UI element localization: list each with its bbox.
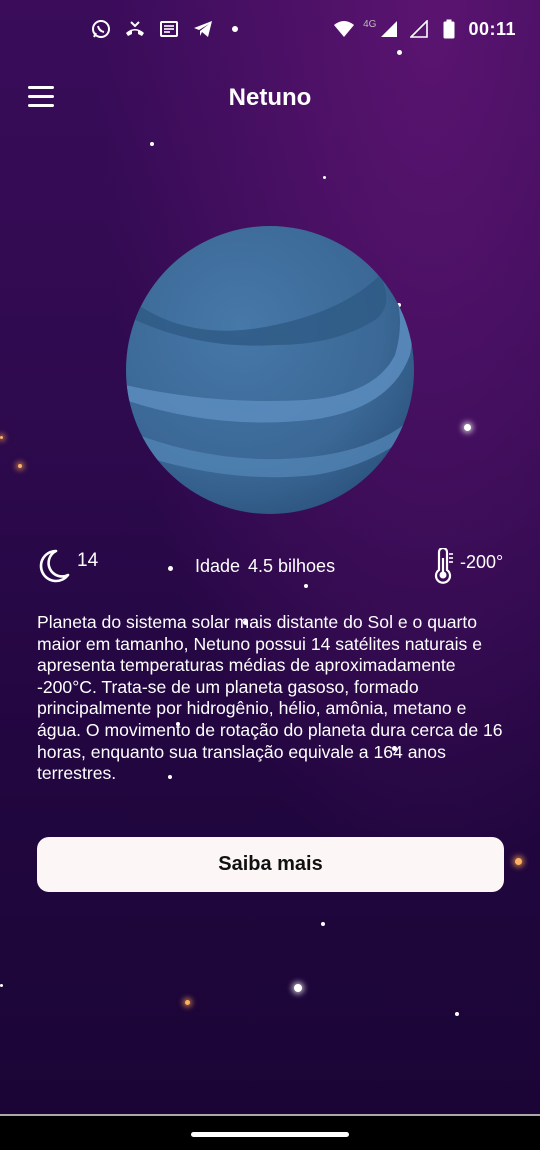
telegram-icon <box>192 18 214 40</box>
moon-icon <box>36 548 70 589</box>
star <box>185 1000 190 1005</box>
app-bar: Netuno <box>0 70 540 128</box>
age-label: Idade <box>195 556 241 576</box>
star <box>464 424 471 431</box>
whatsapp-icon <box>90 18 112 40</box>
satellites-count: 14 <box>77 550 99 571</box>
age-value: 4.5 bilhoes <box>248 556 336 576</box>
star <box>0 984 3 987</box>
star <box>321 922 325 926</box>
star <box>150 142 154 146</box>
clock: 00:11 <box>468 18 516 39</box>
star <box>0 436 3 439</box>
news-icon <box>158 18 180 40</box>
more-notifications-dot <box>232 26 238 32</box>
battery-icon <box>438 18 460 40</box>
status-bar: 4G 00:11 <box>0 0 540 62</box>
signal-icon <box>378 18 400 40</box>
thermometer-icon <box>434 546 456 589</box>
navigation-bar <box>0 1114 540 1150</box>
star <box>515 858 522 865</box>
star <box>18 464 22 468</box>
page-title: Netuno <box>228 84 312 111</box>
temperature-value: -200° <box>460 552 504 572</box>
star <box>294 984 302 992</box>
planet-stats: 14 Idade 4.5 bilhoes -200° <box>0 540 540 590</box>
missed-call-icon <box>124 18 146 40</box>
planet-description: Planeta do sistema solar mais distante d… <box>37 612 503 784</box>
notification-icons <box>90 18 238 40</box>
saiba-mais-button[interactable]: Saiba mais <box>37 837 504 892</box>
wifi-icon <box>333 18 355 40</box>
home-gesture-handle[interactable] <box>191 1132 349 1137</box>
network-type: 4G <box>363 18 377 30</box>
signal-empty-icon <box>408 18 430 40</box>
star <box>323 176 326 179</box>
neptune-planet-image <box>125 225 415 515</box>
system-status: 4G 00:11 <box>333 18 516 40</box>
star <box>455 1012 459 1016</box>
